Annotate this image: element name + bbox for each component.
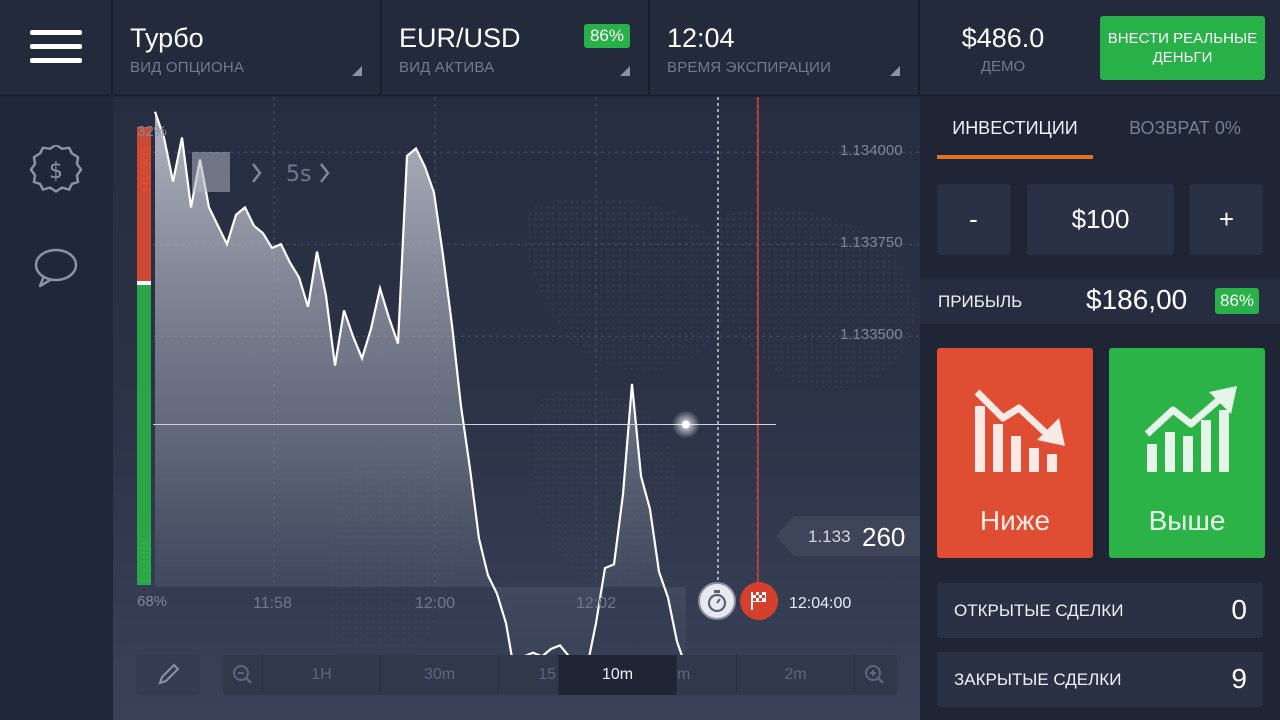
profit-value: $186,00 bbox=[1086, 284, 1188, 315]
timeframe-5m[interactable]: m bbox=[677, 655, 737, 695]
deposit-real-money-button[interactable]: ВНЕСТИ РЕАЛЬНЫЕ ДЕНЬГИ bbox=[1100, 16, 1265, 80]
zoom-out-icon bbox=[233, 665, 252, 684]
zoom-in-icon bbox=[865, 665, 884, 684]
option-type-selector[interactable]: Турбо ВИД ОПЦИОНА bbox=[113, 0, 382, 96]
dollar-icon[interactable]: $ bbox=[28, 143, 84, 195]
timeframe-1h[interactable]: 1H bbox=[263, 655, 381, 695]
sidebar: $ bbox=[0, 97, 113, 720]
put-button-label: Ниже bbox=[979, 505, 1051, 536]
sentiment-up-label: ВЫШЕ bbox=[138, 535, 154, 583]
zoom-in-button[interactable] bbox=[855, 655, 897, 695]
increase-amount-button[interactable]: + bbox=[1190, 184, 1263, 255]
decrease-amount-button[interactable]: - bbox=[937, 184, 1010, 255]
sentiment-up-pct: 68% bbox=[137, 593, 168, 610]
hamburger-icon bbox=[30, 30, 82, 72]
option-type-value: Турбо bbox=[130, 23, 204, 53]
finish-flag-icon[interactable] bbox=[740, 582, 778, 620]
call-button[interactable]: Выше bbox=[1109, 348, 1265, 558]
chevron-right-icon bbox=[252, 163, 262, 183]
open-deals-row[interactable]: ОТКРЫТЫЕ СДЕЛКИ 0 bbox=[937, 583, 1263, 638]
current-price-dot bbox=[682, 420, 690, 429]
profit-pct-badge: 86% bbox=[1215, 288, 1260, 314]
expiration-label: ВРЕМЯ ЭКСПИРАЦИИ bbox=[667, 59, 832, 76]
sentiment-divider bbox=[137, 281, 151, 285]
current-price-tag: 1.133 260 bbox=[776, 516, 920, 556]
expiration-selector[interactable]: 12:04 ВРЕМЯ ЭКСПИРАЦИИ bbox=[650, 0, 920, 96]
amount-input[interactable]: $100 bbox=[1027, 184, 1174, 255]
sentiment-down-label: НИЖЕ bbox=[138, 145, 154, 192]
tab-investments[interactable]: ИНВЕСТИЦИИ bbox=[937, 97, 1093, 159]
profit-row: ПРИБЫЛЬ $186,00 86% bbox=[920, 279, 1280, 324]
call-button-label: Выше bbox=[1148, 505, 1226, 536]
sentiment-down-pct: 32% bbox=[137, 123, 168, 140]
zoom-out-button[interactable] bbox=[223, 655, 263, 695]
timeframe-15m[interactable]: 15 bbox=[499, 655, 559, 695]
timeframe-10m[interactable]: 10m bbox=[559, 655, 677, 695]
stopwatch-icon[interactable] bbox=[698, 582, 736, 620]
timeframe-2m[interactable]: 2m bbox=[737, 655, 855, 695]
y-tick-label: 1.134000 bbox=[840, 142, 903, 160]
chevron-right-icon bbox=[320, 163, 330, 183]
dropdown-triangle-icon bbox=[620, 66, 630, 76]
asset-label: ВИД АКТИВА bbox=[399, 59, 495, 76]
expiration-value: 12:04 bbox=[667, 23, 735, 53]
closed-deals-row[interactable]: ЗАКРЫТЫЕ СДЕЛКИ 9 bbox=[937, 652, 1263, 707]
chart-svg: 5s bbox=[137, 97, 920, 697]
asset-selector[interactable]: EUR/USD ВИД АКТИВА 86% bbox=[382, 0, 650, 96]
svg-text:$: $ bbox=[49, 159, 63, 184]
trade-panel: ИНВЕСТИЦИИ ВОЗВРАТ 0% - $100 + ПРИБЫЛЬ $… bbox=[920, 97, 1280, 720]
trend-up-icon bbox=[1144, 386, 1237, 472]
pencil-icon bbox=[158, 663, 180, 685]
current-price-big: 260 bbox=[862, 522, 906, 552]
profit-label: ПРИБЫЛЬ bbox=[938, 292, 1023, 311]
current-price-small: 1.133 bbox=[808, 527, 851, 546]
menu-button[interactable] bbox=[0, 0, 113, 96]
timeframe-bar: 1H 30m 15 10m m 2m bbox=[223, 655, 897, 695]
y-tick-label: 1.133750 bbox=[840, 234, 903, 252]
draw-tool-button[interactable] bbox=[136, 655, 200, 695]
chart-type-icon[interactable] bbox=[192, 152, 230, 192]
balance[interactable]: $486.0 ДЕМО bbox=[920, 0, 1086, 96]
option-type-label: ВИД ОПЦИОНА bbox=[130, 59, 245, 76]
chat-bubble-icon[interactable] bbox=[28, 244, 84, 294]
x-tick-label: 11:58 bbox=[253, 595, 292, 612]
closed-deals-count: 9 bbox=[1231, 663, 1247, 694]
interval-label[interactable]: 5s bbox=[286, 162, 311, 187]
balance-mode-label: ДЕМО bbox=[980, 58, 1026, 75]
x-tick-label: 12:00 bbox=[415, 595, 456, 612]
y-tick-label: 1.133500 bbox=[840, 326, 903, 344]
open-deals-label: ОТКРЫТЫЕ СДЕЛКИ bbox=[954, 601, 1124, 620]
price-chart[interactable]: 5s 32% НИЖЕ ВЫШЕ 68% 1.134000 1.133750 1.1… bbox=[113, 97, 920, 720]
dropdown-triangle-icon bbox=[890, 66, 900, 76]
put-button[interactable]: Ниже bbox=[937, 348, 1093, 558]
x-tick-label: 12:02 bbox=[576, 595, 617, 612]
open-deals-count: 0 bbox=[1231, 594, 1247, 625]
timeframe-30m[interactable]: 30m bbox=[381, 655, 499, 695]
trend-down-icon bbox=[974, 389, 1065, 472]
closed-deals-label: ЗАКРЫТЫЕ СДЕЛКИ bbox=[954, 670, 1122, 689]
balance-value: $486.0 bbox=[961, 23, 1045, 53]
top-bar: Турбо ВИД ОПЦИОНА EUR/USD ВИД АКТИВА 86%… bbox=[0, 0, 1280, 96]
asset-payout-badge: 86% bbox=[583, 24, 630, 48]
expiration-time-label: 12:04:00 bbox=[789, 595, 852, 612]
dropdown-triangle-icon bbox=[352, 66, 362, 76]
tab-return[interactable]: ВОЗВРАТ 0% bbox=[1110, 97, 1260, 159]
